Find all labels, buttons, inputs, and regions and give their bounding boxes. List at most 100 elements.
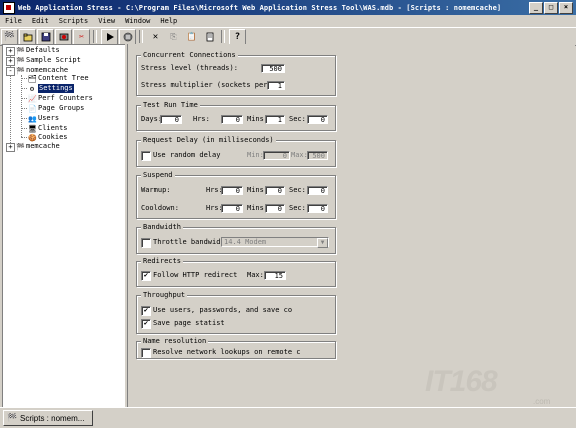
follow-redirect-checkbox[interactable]: ✔: [141, 271, 151, 281]
resolve-lookups-checkbox[interactable]: [141, 348, 151, 358]
expand-toggle[interactable]: +: [6, 57, 15, 66]
cooldown-mins-input[interactable]: 0: [265, 204, 285, 213]
throttle-bandwidth-label: Throttle bandwid: [153, 238, 221, 246]
script-tree[interactable]: + 🏁 Defaults + 🏁 Sample Script - 🏁 nomem…: [2, 44, 126, 408]
warmup-label: Warmup:: [141, 186, 171, 194]
tree-line: [21, 78, 27, 79]
run-mins-input[interactable]: 1: [265, 115, 285, 124]
app-icon[interactable]: [3, 1, 15, 14]
warmup-hrs-input[interactable]: 0: [221, 186, 243, 195]
help-icon[interactable]: ?: [229, 28, 246, 45]
record-icon[interactable]: [55, 28, 72, 45]
users-icon: 👥: [28, 114, 37, 123]
tree-item-perf-counters[interactable]: 📈 Perf Counters: [28, 94, 93, 103]
minimize-button[interactable]: _: [529, 1, 543, 14]
use-users-label: Use users, passwords, and save co: [153, 306, 293, 314]
stress-multiplier-label: Stress multiplier (sockets per: [141, 81, 268, 89]
cooldown-hrs-input[interactable]: 0: [221, 204, 243, 213]
window-title: Web Application Stress - C:\Program File…: [18, 3, 502, 12]
throttle-bandwidth-checkbox[interactable]: [141, 238, 151, 248]
maximize-button[interactable]: □: [544, 1, 558, 14]
tree-item-sample-script[interactable]: 🏁 Sample Script: [16, 56, 81, 65]
tree-item-settings[interactable]: ⚙ Settings: [28, 84, 74, 93]
tree-item-defaults[interactable]: 🏁 Defaults: [16, 46, 60, 55]
cut-icon[interactable]: ✂: [73, 28, 90, 45]
expand-toggle[interactable]: +: [6, 143, 15, 152]
close-button[interactable]: ×: [559, 1, 573, 14]
redirect-max-input[interactable]: 15: [264, 271, 286, 280]
new-script-icon[interactable]: 🏁: [1, 28, 18, 45]
bandwidth-group: Bandwidth Throttle bandwid 14.4 Modem ▼: [136, 223, 336, 254]
tree-item-cookies[interactable]: 🍪 Cookies: [28, 133, 68, 142]
settings-icon: ⚙: [29, 84, 35, 93]
menu-help[interactable]: Help: [155, 17, 182, 25]
stress-multiplier-input[interactable]: 1: [267, 81, 285, 90]
stop-icon[interactable]: [119, 28, 136, 45]
open-icon[interactable]: [19, 28, 36, 45]
warmup-mins-input[interactable]: 0: [265, 186, 285, 195]
random-delay-checkbox[interactable]: [141, 151, 151, 161]
run-hrs-input[interactable]: 0: [221, 115, 243, 124]
max-delay-input[interactable]: 500: [307, 151, 328, 160]
run-icon[interactable]: [101, 28, 118, 45]
copy-icon[interactable]: ⎘: [165, 29, 182, 45]
warmup-sec-input[interactable]: 0: [307, 186, 328, 195]
group-title: Redirects: [141, 257, 183, 266]
request-delay-group: Request Delay (in milliseconds) Use rand…: [136, 136, 336, 167]
redirects-group: Redirects ✔ Follow HTTP redirect Max: 15: [136, 257, 336, 287]
menu-view[interactable]: View: [93, 17, 120, 25]
sec-label: Sec:: [289, 115, 306, 123]
menu-edit[interactable]: Edit: [27, 17, 54, 25]
tree-item-clients[interactable]: 🖥 Clients: [28, 124, 68, 133]
expand-toggle[interactable]: +: [6, 47, 15, 56]
status-bar: 🏁 Scripts : nomem...: [0, 407, 576, 428]
flag-icon: 🏁: [16, 66, 25, 75]
watermark-domain: .com: [533, 397, 551, 406]
stress-level-input[interactable]: 500: [261, 64, 285, 73]
menu-file[interactable]: File: [0, 17, 27, 25]
tree-line: [21, 98, 27, 99]
title-bar: Web Application Stress - C:\Program File…: [0, 0, 576, 15]
group-title: Request Delay (in milliseconds): [141, 136, 276, 145]
min-delay-input[interactable]: 0: [263, 151, 290, 160]
tree-line: [21, 128, 27, 129]
sec-label: Sec:: [289, 204, 306, 212]
tree-item-users[interactable]: 👥 Users: [28, 114, 59, 123]
properties-icon[interactable]: [201, 29, 218, 45]
delete-icon[interactable]: ✕: [147, 29, 164, 45]
chevron-down-icon[interactable]: ▼: [317, 238, 328, 248]
redirect-max-label: Max:: [247, 271, 264, 279]
use-users-checkbox[interactable]: ✔: [141, 306, 151, 316]
tree-item-page-groups[interactable]: 📄 Page Groups: [28, 104, 84, 113]
tree-line: [21, 108, 27, 109]
concurrent-connections-group: Concurrent Connections Stress level (thr…: [136, 51, 336, 96]
group-title: Test Run Time: [141, 101, 200, 110]
min-delay-label: Min:: [247, 151, 264, 159]
clients-icon: 🖥: [28, 124, 37, 133]
minimized-window-button[interactable]: 🏁 Scripts : nomem...: [3, 410, 93, 426]
save-page-stats-label: Save page statist: [153, 319, 225, 327]
run-sec-input[interactable]: 0: [307, 115, 328, 124]
suspend-group: Suspend Warmup: Hrs: 0 Mins: 0 Sec: 0 Co…: [136, 171, 336, 219]
random-delay-label: Use random delay: [153, 151, 221, 159]
name-resolution-group: Name resolution Resolve network lookups …: [136, 337, 336, 359]
paste-icon[interactable]: 📋: [183, 29, 200, 45]
run-days-input[interactable]: 0: [160, 115, 182, 124]
max-delay-label: Max:: [291, 151, 308, 159]
settings-panel: Concurrent Connections Stress level (thr…: [127, 44, 575, 407]
sec-label: Sec:: [289, 186, 306, 194]
menu-window[interactable]: Window: [120, 17, 155, 25]
perf-counters-icon: 📈: [28, 94, 37, 103]
collapse-toggle[interactable]: -: [6, 67, 15, 76]
menu-bar: File Edit Scripts View Window Help: [0, 15, 576, 27]
tree-item-memcache[interactable]: 🏁 memcache: [16, 142, 60, 151]
tree-item-content-tree[interactable]: 🗂 Content Tree: [28, 74, 89, 83]
flag-icon: 🏁: [16, 46, 25, 55]
cooldown-sec-input[interactable]: 0: [307, 204, 328, 213]
tree-line: [21, 137, 27, 138]
save-icon[interactable]: [37, 28, 54, 45]
cooldown-label: Cooldown:: [141, 204, 179, 212]
throttle-speed-select[interactable]: 14.4 Modem ▼: [221, 237, 329, 248]
save-page-stats-checkbox[interactable]: ✔: [141, 319, 151, 329]
menu-scripts[interactable]: Scripts: [54, 17, 94, 25]
